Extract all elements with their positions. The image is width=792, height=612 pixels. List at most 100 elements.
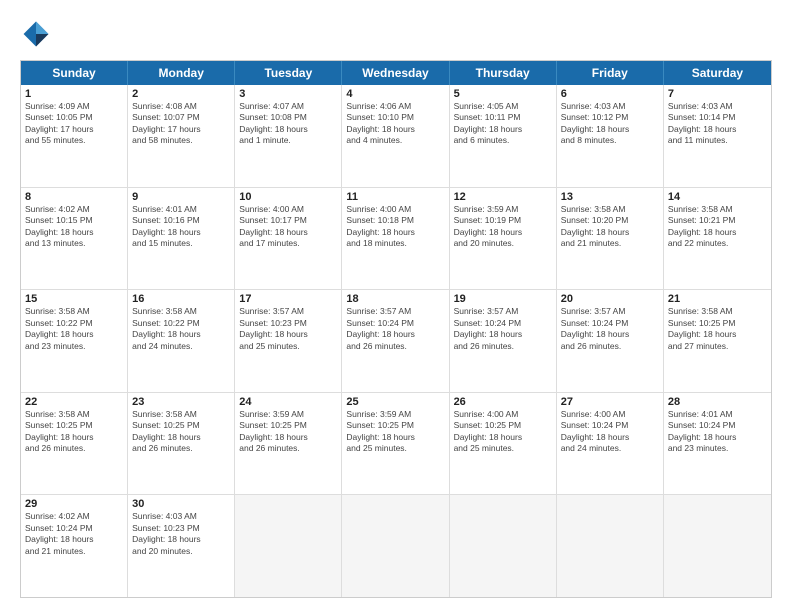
day-number: 21 bbox=[668, 293, 767, 305]
day-cell-1: 1Sunrise: 4:09 AMSunset: 10:05 PMDayligh… bbox=[21, 85, 128, 187]
empty-cell bbox=[235, 495, 342, 597]
day-number: 19 bbox=[454, 293, 552, 305]
day-info: Sunrise: 3:59 AMSunset: 10:25 PMDaylight… bbox=[346, 409, 444, 455]
day-number: 12 bbox=[454, 191, 552, 203]
day-cell-4: 4Sunrise: 4:06 AMSunset: 10:10 PMDayligh… bbox=[342, 85, 449, 187]
header-day-wednesday: Wednesday bbox=[342, 61, 449, 85]
calendar-row-1: 1Sunrise: 4:09 AMSunset: 10:05 PMDayligh… bbox=[21, 85, 771, 187]
day-info: Sunrise: 4:03 AMSunset: 10:23 PMDaylight… bbox=[132, 511, 230, 557]
day-number: 3 bbox=[239, 88, 337, 100]
day-info: Sunrise: 3:58 AMSunset: 10:21 PMDaylight… bbox=[668, 204, 767, 250]
day-cell-7: 7Sunrise: 4:03 AMSunset: 10:14 PMDayligh… bbox=[664, 85, 771, 187]
logo bbox=[20, 18, 56, 50]
day-number: 24 bbox=[239, 396, 337, 408]
day-number: 15 bbox=[25, 293, 123, 305]
day-info: Sunrise: 4:07 AMSunset: 10:08 PMDaylight… bbox=[239, 101, 337, 147]
day-cell-30: 30Sunrise: 4:03 AMSunset: 10:23 PMDaylig… bbox=[128, 495, 235, 597]
day-number: 27 bbox=[561, 396, 659, 408]
day-info: Sunrise: 3:58 AMSunset: 10:22 PMDaylight… bbox=[132, 306, 230, 352]
day-info: Sunrise: 4:00 AMSunset: 10:17 PMDaylight… bbox=[239, 204, 337, 250]
day-info: Sunrise: 3:59 AMSunset: 10:25 PMDaylight… bbox=[239, 409, 337, 455]
day-info: Sunrise: 4:00 AMSunset: 10:18 PMDaylight… bbox=[346, 204, 444, 250]
day-info: Sunrise: 3:59 AMSunset: 10:19 PMDaylight… bbox=[454, 204, 552, 250]
day-info: Sunrise: 3:57 AMSunset: 10:24 PMDaylight… bbox=[561, 306, 659, 352]
day-number: 26 bbox=[454, 396, 552, 408]
day-number: 11 bbox=[346, 191, 444, 203]
day-cell-22: 22Sunrise: 3:58 AMSunset: 10:25 PMDaylig… bbox=[21, 393, 128, 495]
day-info: Sunrise: 3:58 AMSunset: 10:25 PMDaylight… bbox=[668, 306, 767, 352]
calendar-header: SundayMondayTuesdayWednesdayThursdayFrid… bbox=[21, 61, 771, 85]
day-cell-6: 6Sunrise: 4:03 AMSunset: 10:12 PMDayligh… bbox=[557, 85, 664, 187]
day-cell-3: 3Sunrise: 4:07 AMSunset: 10:08 PMDayligh… bbox=[235, 85, 342, 187]
day-number: 10 bbox=[239, 191, 337, 203]
calendar: SundayMondayTuesdayWednesdayThursdayFrid… bbox=[20, 60, 772, 598]
day-info: Sunrise: 3:57 AMSunset: 10:24 PMDaylight… bbox=[454, 306, 552, 352]
day-cell-9: 9Sunrise: 4:01 AMSunset: 10:16 PMDayligh… bbox=[128, 188, 235, 290]
day-number: 23 bbox=[132, 396, 230, 408]
day-info: Sunrise: 4:09 AMSunset: 10:05 PMDaylight… bbox=[25, 101, 123, 147]
calendar-row-2: 8Sunrise: 4:02 AMSunset: 10:15 PMDayligh… bbox=[21, 187, 771, 290]
day-cell-21: 21Sunrise: 3:58 AMSunset: 10:25 PMDaylig… bbox=[664, 290, 771, 392]
day-cell-16: 16Sunrise: 3:58 AMSunset: 10:22 PMDaylig… bbox=[128, 290, 235, 392]
day-cell-25: 25Sunrise: 3:59 AMSunset: 10:25 PMDaylig… bbox=[342, 393, 449, 495]
calendar-row-5: 29Sunrise: 4:02 AMSunset: 10:24 PMDaylig… bbox=[21, 494, 771, 597]
empty-cell bbox=[664, 495, 771, 597]
calendar-row-4: 22Sunrise: 3:58 AMSunset: 10:25 PMDaylig… bbox=[21, 392, 771, 495]
day-cell-13: 13Sunrise: 3:58 AMSunset: 10:20 PMDaylig… bbox=[557, 188, 664, 290]
day-info: Sunrise: 3:57 AMSunset: 10:23 PMDaylight… bbox=[239, 306, 337, 352]
empty-cell bbox=[557, 495, 664, 597]
day-cell-23: 23Sunrise: 3:58 AMSunset: 10:25 PMDaylig… bbox=[128, 393, 235, 495]
day-cell-11: 11Sunrise: 4:00 AMSunset: 10:18 PMDaylig… bbox=[342, 188, 449, 290]
day-number: 17 bbox=[239, 293, 337, 305]
day-number: 28 bbox=[668, 396, 767, 408]
page-header bbox=[20, 18, 772, 50]
day-cell-29: 29Sunrise: 4:02 AMSunset: 10:24 PMDaylig… bbox=[21, 495, 128, 597]
day-number: 29 bbox=[25, 498, 123, 510]
day-cell-19: 19Sunrise: 3:57 AMSunset: 10:24 PMDaylig… bbox=[450, 290, 557, 392]
day-cell-8: 8Sunrise: 4:02 AMSunset: 10:15 PMDayligh… bbox=[21, 188, 128, 290]
day-info: Sunrise: 3:58 AMSunset: 10:25 PMDaylight… bbox=[132, 409, 230, 455]
day-number: 6 bbox=[561, 88, 659, 100]
day-info: Sunrise: 4:06 AMSunset: 10:10 PMDaylight… bbox=[346, 101, 444, 147]
day-info: Sunrise: 4:01 AMSunset: 10:24 PMDaylight… bbox=[668, 409, 767, 455]
header-day-monday: Monday bbox=[128, 61, 235, 85]
day-cell-10: 10Sunrise: 4:00 AMSunset: 10:17 PMDaylig… bbox=[235, 188, 342, 290]
header-day-thursday: Thursday bbox=[450, 61, 557, 85]
calendar-row-3: 15Sunrise: 3:58 AMSunset: 10:22 PMDaylig… bbox=[21, 289, 771, 392]
day-cell-26: 26Sunrise: 4:00 AMSunset: 10:25 PMDaylig… bbox=[450, 393, 557, 495]
day-info: Sunrise: 4:00 AMSunset: 10:25 PMDaylight… bbox=[454, 409, 552, 455]
day-info: Sunrise: 4:00 AMSunset: 10:24 PMDaylight… bbox=[561, 409, 659, 455]
day-cell-27: 27Sunrise: 4:00 AMSunset: 10:24 PMDaylig… bbox=[557, 393, 664, 495]
day-number: 7 bbox=[668, 88, 767, 100]
day-number: 9 bbox=[132, 191, 230, 203]
empty-cell bbox=[342, 495, 449, 597]
day-number: 22 bbox=[25, 396, 123, 408]
day-info: Sunrise: 4:02 AMSunset: 10:15 PMDaylight… bbox=[25, 204, 123, 250]
header-day-saturday: Saturday bbox=[664, 61, 771, 85]
logo-icon bbox=[20, 18, 52, 50]
day-info: Sunrise: 4:03 AMSunset: 10:12 PMDaylight… bbox=[561, 101, 659, 147]
day-number: 14 bbox=[668, 191, 767, 203]
day-cell-28: 28Sunrise: 4:01 AMSunset: 10:24 PMDaylig… bbox=[664, 393, 771, 495]
day-info: Sunrise: 4:03 AMSunset: 10:14 PMDaylight… bbox=[668, 101, 767, 147]
day-cell-24: 24Sunrise: 3:59 AMSunset: 10:25 PMDaylig… bbox=[235, 393, 342, 495]
header-day-sunday: Sunday bbox=[21, 61, 128, 85]
empty-cell bbox=[450, 495, 557, 597]
day-info: Sunrise: 3:57 AMSunset: 10:24 PMDaylight… bbox=[346, 306, 444, 352]
day-cell-12: 12Sunrise: 3:59 AMSunset: 10:19 PMDaylig… bbox=[450, 188, 557, 290]
day-cell-18: 18Sunrise: 3:57 AMSunset: 10:24 PMDaylig… bbox=[342, 290, 449, 392]
day-cell-17: 17Sunrise: 3:57 AMSunset: 10:23 PMDaylig… bbox=[235, 290, 342, 392]
day-number: 5 bbox=[454, 88, 552, 100]
day-cell-5: 5Sunrise: 4:05 AMSunset: 10:11 PMDayligh… bbox=[450, 85, 557, 187]
day-number: 8 bbox=[25, 191, 123, 203]
day-cell-15: 15Sunrise: 3:58 AMSunset: 10:22 PMDaylig… bbox=[21, 290, 128, 392]
day-cell-20: 20Sunrise: 3:57 AMSunset: 10:24 PMDaylig… bbox=[557, 290, 664, 392]
day-number: 2 bbox=[132, 88, 230, 100]
day-number: 4 bbox=[346, 88, 444, 100]
day-number: 25 bbox=[346, 396, 444, 408]
day-info: Sunrise: 3:58 AMSunset: 10:25 PMDaylight… bbox=[25, 409, 123, 455]
day-cell-2: 2Sunrise: 4:08 AMSunset: 10:07 PMDayligh… bbox=[128, 85, 235, 187]
day-info: Sunrise: 3:58 AMSunset: 10:22 PMDaylight… bbox=[25, 306, 123, 352]
day-number: 16 bbox=[132, 293, 230, 305]
header-day-tuesday: Tuesday bbox=[235, 61, 342, 85]
